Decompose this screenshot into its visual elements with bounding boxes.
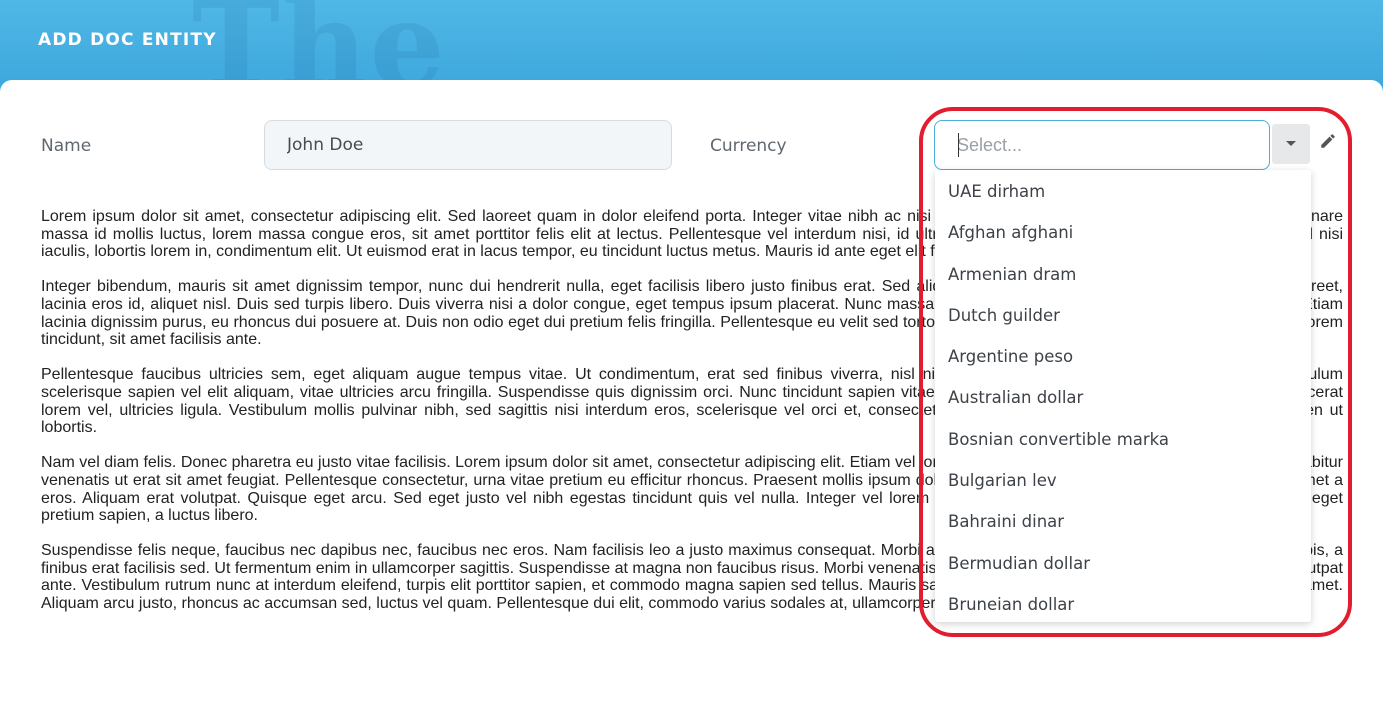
option-afghan-afghani[interactable]: Afghan afghani — [935, 211, 1311, 252]
option-bermudian-dollar[interactable]: Bermudian dollar — [935, 542, 1311, 583]
option-dutch-guilder[interactable]: Dutch guilder — [935, 294, 1311, 335]
option-bruneian-dollar[interactable]: Bruneian dollar — [935, 583, 1311, 622]
currency-dropdown-toggle[interactable] — [1272, 124, 1310, 164]
pencil-icon — [1321, 134, 1335, 148]
option-australian-dollar[interactable]: Australian dollar — [935, 376, 1311, 417]
name-label: Name — [41, 136, 92, 156]
option-argentine-peso[interactable]: Argentine peso — [935, 335, 1311, 376]
option-bulgarian-lev[interactable]: Bulgarian lev — [935, 459, 1311, 500]
option-bosnian-convertible-marka[interactable]: Bosnian convertible marka — [935, 418, 1311, 459]
currency-options-menu[interactable]: UAE dirham Afghan afghani Armenian dram … — [935, 170, 1311, 622]
header-bar: The ADD DOC ENTITY — [0, 0, 1383, 92]
edit-currency-button[interactable] — [1318, 131, 1338, 151]
option-uae-dirham[interactable]: UAE dirham — [935, 170, 1311, 211]
text-cursor — [958, 133, 959, 157]
option-bahraini-dinar[interactable]: Bahraini dinar — [935, 500, 1311, 541]
option-armenian-dram[interactable]: Armenian dram — [935, 253, 1311, 294]
currency-select-input[interactable] — [934, 120, 1270, 170]
header-watermark: The — [192, 0, 447, 92]
caret-down-icon — [1286, 141, 1296, 146]
currency-label: Currency — [710, 136, 787, 156]
page-title: ADD DOC ENTITY — [38, 30, 217, 50]
name-input[interactable] — [264, 120, 672, 170]
